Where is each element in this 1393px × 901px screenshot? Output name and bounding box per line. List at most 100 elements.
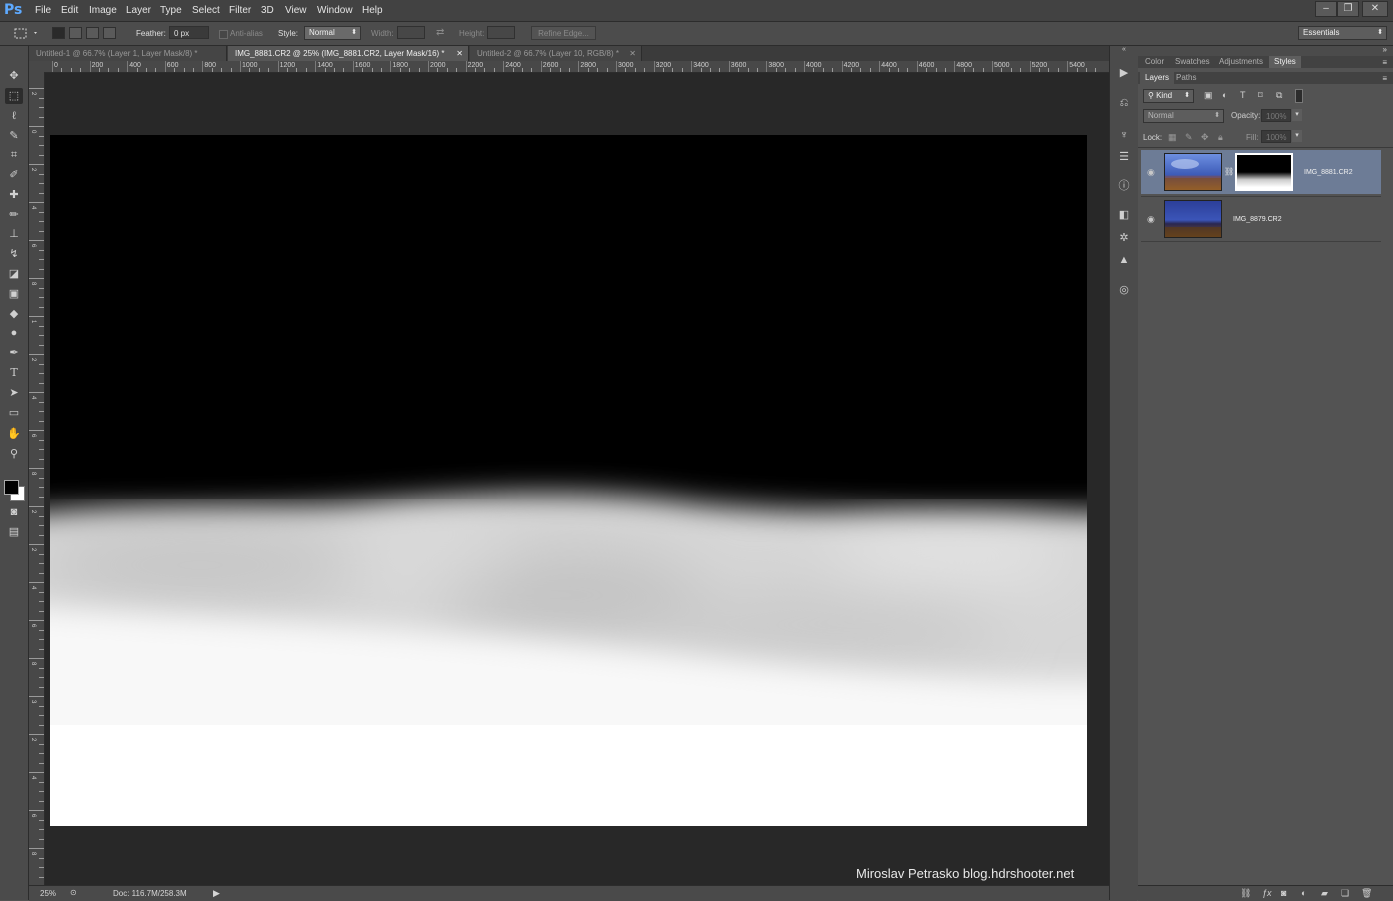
swap-icon[interactable]: ⇄ [436, 27, 444, 38]
zoom-level[interactable]: 25% [40, 889, 56, 898]
tab-layers[interactable]: Layers [1140, 72, 1175, 84]
subtract-selection-button[interactable] [86, 27, 99, 39]
quick-mask-icon[interactable]: ◙ [5, 504, 23, 520]
horizontal-ruler[interactable]: 0 200 400 600 800 1000 1200 1400 1600 1800 2000 220… [45, 61, 1137, 73]
opacity-dropdown-icon[interactable]: ▾ [1292, 109, 1302, 121]
properties-icon[interactable]: ◧ [1117, 208, 1131, 222]
add-selection-button[interactable] [69, 27, 82, 39]
crop-tool-icon[interactable]: ⌗ [5, 147, 23, 163]
opacity-input[interactable]: 100% [1261, 109, 1291, 122]
minimize-button[interactable]: – [1315, 1, 1337, 17]
rectangle-tool-icon[interactable]: ▭ [5, 405, 23, 421]
tab-styles[interactable]: Styles [1269, 56, 1301, 68]
height-input[interactable] [487, 26, 515, 39]
tab-untitled-1[interactable]: Untitled-1 @ 66.7% (Layer 1, Layer Mask/… [29, 46, 227, 61]
hand-tool-icon[interactable]: ✋ [5, 426, 23, 442]
lock-position-icon[interactable]: ✥ [1201, 132, 1209, 143]
fill-input[interactable]: 100% [1261, 130, 1291, 143]
restore-button[interactable]: ❐ [1337, 1, 1359, 17]
new-selection-button[interactable] [52, 27, 65, 39]
status-menu-arrow-icon[interactable]: ▶ [213, 888, 220, 899]
eye-icon[interactable]: ◉ [1147, 167, 1155, 178]
layer-thumbnail[interactable] [1164, 200, 1222, 238]
menu-file[interactable]: File [35, 5, 51, 16]
layer-row-img-8881[interactable]: ◉ ⛓ IMG_8881.CR2 [1141, 150, 1381, 194]
intersect-selection-button[interactable] [103, 27, 116, 39]
layer-row-img-8879[interactable]: ◉ IMG_8879.CR2 [1141, 196, 1381, 242]
style-select[interactable]: Normal ⬍ [304, 26, 361, 40]
width-input[interactable] [397, 26, 425, 39]
lock-all-icon[interactable]: 🔒︎ [1218, 132, 1223, 143]
tool-preset-picker[interactable] [8, 25, 38, 41]
filter-type-icon[interactable]: T [1240, 90, 1246, 100]
history-brush-tool-icon[interactable]: ↯ [5, 246, 23, 262]
layer-mask-canvas[interactable] [50, 135, 1087, 826]
lock-transparent-icon[interactable]: ▦ [1168, 132, 1177, 143]
panel-menu-icon[interactable]: ≡ [1382, 58, 1387, 67]
layer-filter-kind[interactable]: ⚲ Kind ⬍ [1143, 89, 1194, 103]
layer-mask-thumbnail[interactable] [1235, 153, 1293, 191]
menu-image[interactable]: Image [89, 5, 117, 16]
tab-img-8881[interactable]: IMG_8881.CR2 @ 25% (IMG_8881.CR2, Layer … [228, 46, 469, 61]
dodge-tool-icon[interactable]: ● [5, 325, 23, 341]
filter-smart-object-icon[interactable]: ⧉ [1276, 90, 1282, 101]
play-action-icon[interactable]: ▶ [1117, 66, 1131, 80]
add-mask-icon[interactable]: ◙ [1281, 888, 1286, 898]
settings-gear-icon[interactable]: ✲ [1117, 231, 1131, 245]
type-tool-icon[interactable]: T [5, 365, 23, 381]
collapse-dock-icon[interactable]: » [1383, 45, 1387, 54]
fx-icon[interactable]: ƒx [1262, 888, 1272, 898]
quick-selection-tool-icon[interactable]: ✎ [5, 128, 23, 144]
filter-shape-icon[interactable]: ⌑ [1258, 90, 1263, 101]
tab-swatches[interactable]: Swatches [1170, 56, 1215, 68]
filter-toggle[interactable] [1295, 89, 1303, 103]
info-icon[interactable]: ⓘ [1117, 179, 1131, 193]
brush-settings-icon[interactable]: ☰ [1117, 150, 1131, 164]
move-tool-icon[interactable]: ✥ [5, 68, 23, 84]
pen-tool-icon[interactable]: ✒ [5, 345, 23, 361]
gradient-tool-icon[interactable]: ▣ [5, 286, 23, 302]
link-layers-icon[interactable]: ⛓ [1240, 888, 1251, 899]
mask-link-icon[interactable]: ⛓ [1224, 167, 1234, 176]
lasso-tool-icon[interactable]: ℓ [5, 108, 23, 124]
tab-color[interactable]: Color [1140, 56, 1169, 68]
menu-select[interactable]: Select [192, 5, 220, 16]
lock-image-icon[interactable]: ✎ [1185, 132, 1193, 143]
trash-icon[interactable]: 🗑︎ [1361, 888, 1372, 899]
tab-untitled-2[interactable]: Untitled-2 @ 66.7% (Layer 10, RGB/8) * ✕ [470, 46, 642, 61]
collapse-panels-icon[interactable]: « [1110, 46, 1138, 54]
menu-edit[interactable]: Edit [61, 5, 78, 16]
blend-mode-select[interactable]: Normal ⬍ [1143, 109, 1224, 123]
new-layer-icon[interactable]: ❏ [1341, 888, 1349, 899]
tab-paths[interactable]: Paths [1171, 72, 1201, 84]
clone-stamp-tool-icon[interactable]: ⊥ [5, 226, 23, 242]
menu-view[interactable]: View [285, 5, 307, 16]
feather-input[interactable]: 0 px [169, 26, 209, 39]
menu-window[interactable]: Window [317, 5, 353, 16]
close-button[interactable]: ✕ [1362, 1, 1388, 17]
panel-menu-icon[interactable]: ≡ [1382, 74, 1387, 83]
layer-name[interactable]: IMG_8881.CR2 [1304, 169, 1353, 176]
zoom-tool-icon[interactable]: ⚲ [5, 446, 23, 462]
eye-icon[interactable]: ◉ [1147, 214, 1155, 225]
brush-presets-icon[interactable]: ♆ [1117, 128, 1131, 142]
tab-adjustments[interactable]: Adjustments [1214, 56, 1268, 68]
filter-adjustment-icon[interactable]: ◐ [1222, 90, 1227, 100]
antialias-checkbox[interactable] [219, 30, 228, 39]
menu-layer[interactable]: Layer [126, 5, 151, 16]
healing-brush-tool-icon[interactable]: ✚ [5, 187, 23, 203]
share-icon[interactable]: ⊙ [70, 888, 77, 897]
refine-edge-button[interactable]: Refine Edge... [531, 26, 596, 40]
screen-mode-icon[interactable]: ▤ [5, 524, 23, 540]
histogram-icon[interactable]: ▲ [1117, 253, 1131, 267]
path-selection-tool-icon[interactable]: ➤ [5, 385, 23, 401]
color-wheel-icon[interactable]: ◎ [1117, 283, 1131, 297]
menu-type[interactable]: Type [160, 5, 182, 16]
new-group-icon[interactable]: ▰ [1321, 888, 1328, 899]
menu-3d[interactable]: 3D [261, 5, 274, 16]
foreground-color-swatch[interactable] [4, 480, 19, 495]
eraser-tool-icon[interactable]: ◪ [5, 266, 23, 282]
fill-dropdown-icon[interactable]: ▾ [1292, 130, 1302, 142]
workspace-select[interactable]: Essentials ⬍ [1298, 26, 1387, 40]
close-tab-icon[interactable]: ✕ [629, 46, 636, 61]
